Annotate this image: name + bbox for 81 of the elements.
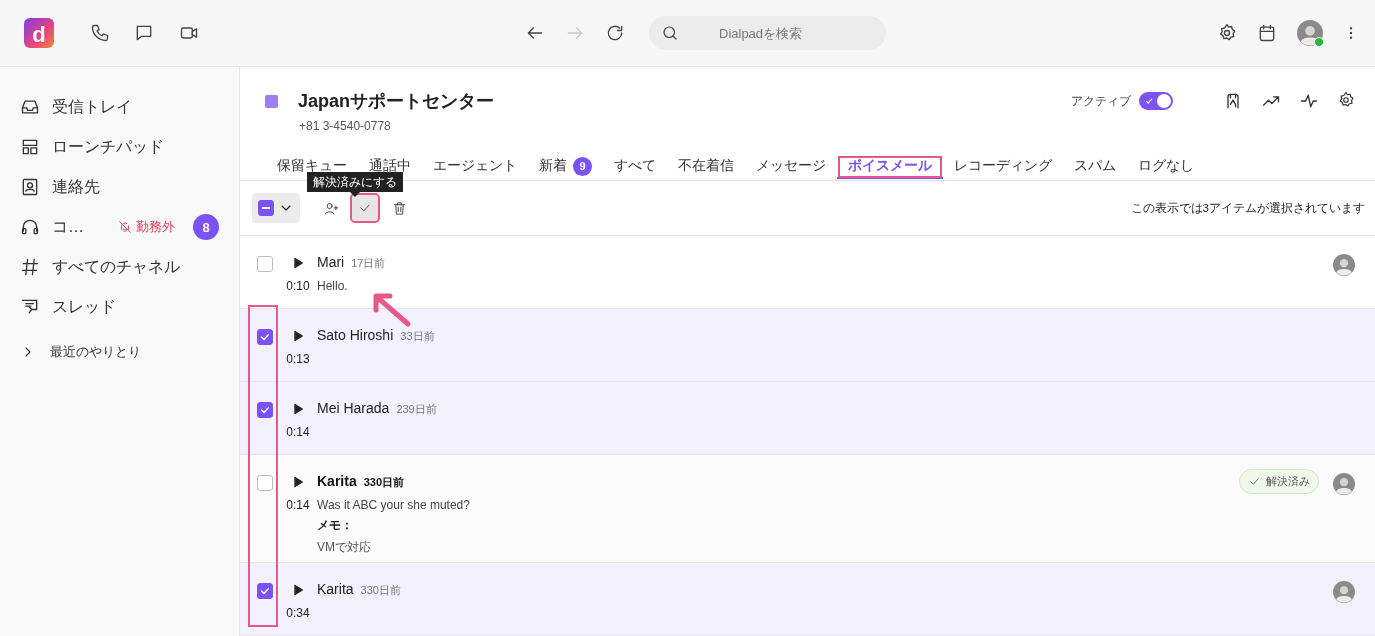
note-text: VMで対応 <box>317 539 372 556</box>
tab[interactable]: すべて <box>603 155 667 179</box>
duration: 0:13 <box>286 352 310 366</box>
queue-color-square <box>265 94 278 108</box>
caller-name: Sato Hiroshi <box>317 327 394 343</box>
checkbox[interactable] <box>257 256 273 272</box>
launchpad-icon <box>20 137 40 157</box>
age-label: 330日前 <box>360 583 401 598</box>
caller-name: Karita <box>317 581 354 597</box>
channels-icon <box>20 257 40 277</box>
transcript-text: Hello. <box>317 279 349 293</box>
caller-avatar <box>1333 254 1355 276</box>
search-icon <box>661 24 679 42</box>
play-icon <box>291 256 305 270</box>
caller-avatar <box>1333 581 1355 603</box>
play-icon <box>291 402 305 416</box>
tab[interactable]: レコーディング <box>943 155 1063 179</box>
tab[interactable]: スパム <box>1063 155 1127 179</box>
resolved-badge: 解決済み <box>1239 469 1319 494</box>
caller-avatar <box>1333 473 1355 495</box>
sidebar-item[interactable]: スレッド <box>20 287 239 327</box>
checkbox[interactable] <box>257 475 273 491</box>
age-label: 17日前 <box>351 256 386 271</box>
phone-number: +81 3-4540-0778 <box>299 119 392 133</box>
app-logo[interactable]: d <box>24 18 54 48</box>
tab[interactable]: メッセージ <box>745 155 837 179</box>
tab[interactable]: ログなし <box>1127 155 1205 179</box>
off-duty-status: 勤務外 <box>118 218 175 236</box>
search-field[interactable]: Dialpadを検索 <box>649 16 886 50</box>
tab[interactable]: ボイスメール <box>837 155 943 179</box>
tab[interactable]: エージェント <box>422 155 528 179</box>
caller-name: Mari <box>317 254 345 270</box>
duration: 0:14 <box>286 425 310 439</box>
user-avatar <box>1297 20 1323 46</box>
count-badge: 8 <box>193 214 219 240</box>
select-all-control[interactable] <box>252 193 300 223</box>
age-label: 330日前 <box>363 475 405 490</box>
check-icon <box>259 585 271 597</box>
play-icon <box>291 475 305 489</box>
checkbox[interactable] <box>257 402 273 418</box>
add-user-icon <box>323 200 339 216</box>
tooltip: 解決済みにする <box>307 172 403 197</box>
check-icon <box>1144 96 1154 106</box>
age-label: 33日前 <box>400 329 435 344</box>
check-icon <box>1248 475 1261 488</box>
trash-icon <box>391 200 407 216</box>
count-badge: 9 <box>573 156 592 176</box>
selection-count-text: この表示では3アイテムが選択されています <box>1130 200 1365 216</box>
chat-icon[interactable] <box>134 23 154 43</box>
page-title: Japanサポートセンター <box>298 90 495 113</box>
checkbox[interactable] <box>257 329 273 345</box>
checkbox[interactable] <box>257 583 273 599</box>
duration: 0:14 <box>286 498 310 512</box>
play-icon <box>291 329 305 343</box>
active-toggle[interactable] <box>1139 92 1173 110</box>
settings-icon[interactable] <box>1337 91 1355 109</box>
sidebar-item[interactable]: すべてのチャネル <box>20 247 239 287</box>
duration: 0:10 <box>286 279 310 293</box>
check-icon <box>259 331 271 343</box>
tab[interactable]: 新着 9 <box>528 155 603 179</box>
calendar-icon[interactable] <box>1257 23 1277 43</box>
contacts-icon <box>20 177 40 197</box>
recent-section-toggle[interactable]: 最近のやりとり <box>20 337 239 367</box>
reload-icon[interactable] <box>605 23 625 43</box>
settings-icon[interactable] <box>1217 23 1237 43</box>
duration: 0:34 <box>286 606 310 620</box>
caller-name: Karita <box>317 473 357 489</box>
tab[interactable]: 不在着信 <box>667 155 745 179</box>
transcript-text: Was it ABC your she muted? <box>317 498 471 512</box>
age-label: 239日前 <box>396 402 437 417</box>
check-icon <box>259 404 271 416</box>
sidebar-item[interactable]: ローンチパッド <box>20 127 239 167</box>
sidebar-item[interactable]: 連絡先 <box>20 167 239 207</box>
note-label: メモ： <box>317 517 354 534</box>
bell-off-icon <box>118 220 132 234</box>
caller-name: Mei Harada <box>317 400 390 416</box>
sidebar-item[interactable]: コ… 勤務外 8 <box>20 207 239 247</box>
active-label: アクティブ <box>1071 92 1131 110</box>
resolve-button[interactable] <box>352 195 378 221</box>
sidebar-item[interactable]: 受信トレイ <box>20 87 239 127</box>
play-icon <box>291 583 305 597</box>
